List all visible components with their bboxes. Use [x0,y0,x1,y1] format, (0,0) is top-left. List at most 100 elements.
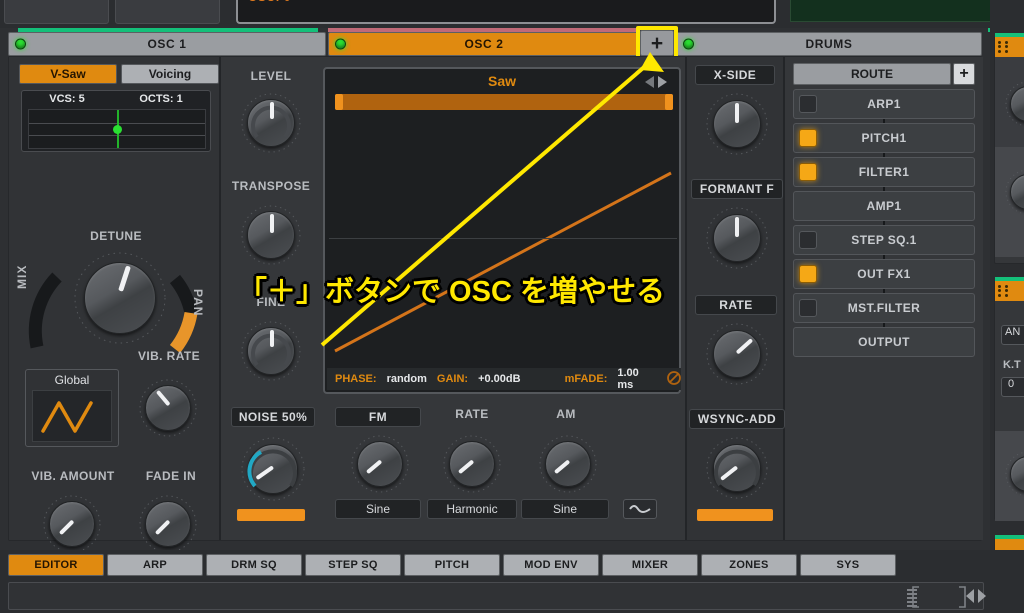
mini-knob-1[interactable] [1003,79,1024,129]
global-wave-selector[interactable]: Global [25,369,119,447]
slider-right-cap [665,94,673,110]
tab-drm-sq[interactable]: DRM SQ [206,554,302,576]
drag-handle-icon[interactable] [998,285,1010,297]
voice-spread-display[interactable]: VCS: 5 OCTS: 1 [21,90,211,152]
route-item-pitch1[interactable]: PITCH1 [793,123,975,157]
fade-in-knob[interactable] [137,493,199,555]
mfade-value[interactable]: 1.00 ms [617,367,651,391]
route-item-out-fx1[interactable]: OUT FX1 [793,259,975,293]
left-right-arrow-icon [966,589,986,603]
formant-f-label[interactable]: FORMANT F [691,179,783,199]
fm-label[interactable]: FM [335,407,421,427]
tab-mod-env[interactable]: MOD ENV [503,554,599,576]
route-toggle-icon[interactable] [799,95,817,113]
mini-knob-3[interactable] [1003,449,1024,499]
route-item-filter1[interactable]: FILTER1 [793,157,975,191]
route-toggle-icon[interactable] [799,299,817,317]
route-item-mst-filter[interactable]: MST.FILTER [793,293,975,327]
wsync-add-label[interactable]: WSYNC-ADD [689,409,785,429]
vib-amount-knob[interactable] [41,493,103,555]
tab-pitch[interactable]: PITCH [404,554,500,576]
am-value[interactable]: Sine [521,499,609,519]
triangle-wave-icon [41,401,93,433]
fm-value[interactable]: Sine [335,499,421,519]
tab-step-sq[interactable]: STEP SQ [305,554,401,576]
module-tab-row: OSC 1 OSC 2 DRUMS [0,28,1024,56]
am-label: AM [556,407,576,421]
power-led-icon[interactable] [335,38,346,50]
fine-arc [251,333,291,367]
module-tab-osc2[interactable]: OSC 2 [328,32,640,56]
waveform-prev-next-arrows[interactable] [641,74,671,90]
waveform-info-bar: PHASE: random GAIN: +0.00dB mFADE: 1.00 … [327,367,681,391]
fine-knob[interactable] [239,319,303,383]
route-item-amp1[interactable]: AMP1 [793,191,975,225]
mini-module-header[interactable] [995,37,1024,57]
vsaw-tab[interactable]: V-Saw [19,64,117,84]
prev-next-arrows[interactable] [963,587,989,610]
transpose-knob[interactable] [239,203,303,267]
no-entry-icon[interactable] [667,370,681,388]
route-item-step-sq1[interactable]: STEP SQ.1 [793,225,975,259]
route-toggle-icon[interactable] [799,163,817,181]
global-wave-label: Global [54,373,90,387]
mod-rate-knob[interactable] [441,433,503,495]
am-knob[interactable] [537,433,599,495]
mini-knob-2[interactable] [1003,167,1024,217]
route-item-label: FILTER1 [858,165,910,179]
selection-bracket [911,585,967,609]
wsync-level-bar[interactable] [697,509,773,521]
module-tab-osc1[interactable]: OSC 1 [8,32,326,56]
module-tab-drums[interactable]: DRUMS [676,32,982,56]
tab-zones[interactable]: ZONES [701,554,797,576]
waveform-morph-slider[interactable] [335,94,673,110]
voicing-tab[interactable]: Voicing [121,64,219,84]
tab-arp[interactable]: ARP [107,554,203,576]
route-toggle-icon[interactable] [799,265,817,283]
mini-module-1[interactable] [994,33,1024,264]
vcs-label: VCS: 5 [49,93,85,105]
drag-handle-icon[interactable] [998,41,1010,53]
route-header: ROUTE [793,63,951,85]
top-button-2[interactable] [115,0,220,24]
tab-editor[interactable]: EDITOR [8,554,104,576]
rate-label: RATE [455,407,489,421]
module-tab-drums-label: DRUMS [805,37,853,51]
power-led-icon[interactable] [15,38,26,50]
right-rate-knob[interactable] [704,321,770,387]
noise-knob[interactable] [239,435,307,503]
waveform-display-panel[interactable]: Saw PHASE: random GAIN: +0.00dB mFADE: 1… [323,67,681,394]
gain-value[interactable]: +0.00dB [478,373,521,385]
noise-label[interactable]: NOISE 50% [231,407,315,427]
route-toggle-icon[interactable] [799,231,817,249]
tab-sys[interactable]: SYS [800,554,896,576]
route-toggle-icon[interactable] [799,129,817,147]
mini-an-field[interactable]: AN [1001,325,1024,345]
phase-value[interactable]: random [387,373,427,385]
right-rate-label[interactable]: RATE [695,295,777,315]
voice-spread-graph[interactable] [28,109,206,149]
mini-module-2[interactable]: AN K.T 0 [994,277,1024,521]
route-add-button[interactable]: + [953,63,975,85]
x-side-label[interactable]: X-SIDE [695,65,775,85]
vib-rate-knob[interactable] [137,377,199,439]
route-item-output[interactable]: OUTPUT [793,327,975,357]
level-knob[interactable] [239,91,303,155]
x-side-knob[interactable] [704,91,770,157]
mini-module-header[interactable] [995,281,1024,301]
formant-f-knob[interactable] [704,205,770,271]
level-label: LEVEL [250,69,292,83]
am-sine-button[interactable] [623,499,657,519]
mini-module-color-bar [995,535,1024,539]
tab-mixer[interactable]: MIXER [602,554,698,576]
top-button-1[interactable] [4,0,109,24]
noise-level-bar[interactable] [237,509,305,521]
voice-marker-dot[interactable] [112,124,122,134]
power-led-icon[interactable] [683,38,694,50]
route-item-arp1[interactable]: ARP1 [793,89,975,123]
fm-knob[interactable] [349,433,411,495]
wsync-add-knob[interactable] [704,435,770,501]
mini-kt-field[interactable]: 0 [1001,377,1024,397]
mod-rate-value[interactable]: Harmonic [427,499,517,519]
detune-knob[interactable] [71,249,169,347]
